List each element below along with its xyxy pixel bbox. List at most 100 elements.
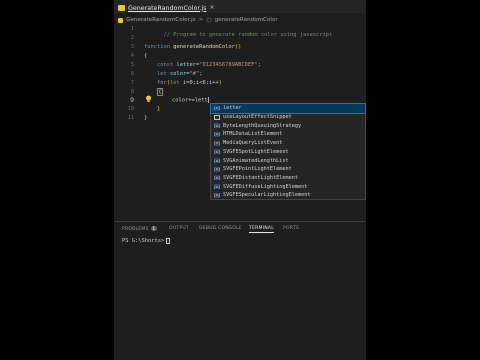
line-number: 6 [130, 71, 134, 77]
suggestion-item[interactable]: [x] ByteLengthQueuingStrategy [211, 121, 365, 130]
suggestion-label: SVGAnimatedLengthList [223, 157, 289, 164]
code-line-1: // Program to generate random color usin… [144, 26, 332, 44]
suggestion-label: useLayoutEffectSnippet [223, 114, 292, 121]
code-line-5: const letter="0123456789ABCDEF"; [157, 62, 261, 68]
suggestion-item[interactable]: [x] HTMLDataListElement [211, 130, 365, 139]
brace: { [144, 53, 148, 59]
variable-icon: [x] [213, 140, 221, 146]
line-number: 11 [127, 115, 134, 121]
suggestion-label: HTMLDataListElement [223, 131, 283, 138]
line-number: 8 [130, 89, 134, 95]
editor-tab[interactable]: GenerateRandomColor.js × [118, 3, 214, 13]
variable: color [170, 71, 187, 77]
terminal-prompt-line[interactable]: PS G:\Shorts> [122, 238, 170, 244]
tab-debug-console[interactable]: DEBUG CONSOLE [199, 226, 242, 231]
brace: } [144, 115, 148, 121]
code-line-11: } [144, 115, 147, 121]
tab-problems[interactable]: PROBLEMS 1 [122, 226, 158, 232]
suggestion-label: SVGFESpotLightElement [223, 148, 289, 155]
keyword: function [144, 44, 170, 50]
problems-count-badge: 1 [150, 226, 158, 231]
text-cursor [207, 97, 209, 103]
suggestion-item[interactable]: [x] SVGFEDiffuseLightingElement [211, 182, 365, 191]
keyword: for [157, 80, 167, 86]
line-number-active: 9 [130, 96, 134, 104]
line-number: 2 [130, 35, 134, 41]
panel-tab-bar: PROBLEMS 1 OUTPUT DEBUG CONSOLE TERMINAL … [114, 221, 366, 233]
function-icon: ⬡ [206, 16, 212, 24]
suggestion-label: ByteLengthQueuingStrategy [223, 122, 302, 129]
code-line-8: { [157, 88, 163, 96]
variable: letter [176, 62, 196, 68]
suggestion-label: SVGFEDiffuseLightingElement [223, 183, 308, 190]
close-icon[interactable]: × [209, 5, 214, 11]
suggestion-item[interactable]: [x] MediaQueryListEvent [211, 139, 365, 148]
suggestion-item[interactable]: [x] SVGFEPointLightElement [211, 165, 365, 174]
tab-ports[interactable]: PORTS [283, 226, 299, 231]
suggestion-label: SVGFEDistantLightElement [223, 174, 298, 181]
suggestion-label: MediaQueryListEvent [223, 140, 283, 147]
loop-body: i=0;i<6;i++ [179, 80, 219, 86]
tab-output[interactable]: OUTPUT [169, 226, 189, 231]
line-number: 1 [130, 26, 134, 32]
vscode-window: GenerateRandomColor.js × GenerateRandomC… [114, 0, 366, 360]
lightbulb-icon[interactable] [145, 95, 152, 103]
suggestion-item[interactable]: [x] SVGFESpotLightElement [211, 148, 365, 157]
code-line-6: let color="#"; [157, 71, 202, 77]
variable-icon: [x] [213, 149, 221, 155]
keyword: const [157, 62, 174, 68]
suggestion-item[interactable]: useLayoutEffectSnippet [211, 113, 365, 122]
suggestion-label: SVGFESpecularLightingElement [223, 192, 311, 199]
parens: () [234, 44, 242, 50]
variable: color [172, 97, 189, 104]
line-number: 4 [130, 53, 134, 59]
breadcrumb: GenerateRandomColor.js > ⬡ generateRando… [118, 16, 278, 24]
string-literal: "#" [189, 71, 200, 77]
code-line-4: { [144, 53, 147, 59]
js-file-icon [118, 5, 125, 11]
code-line-9: color+=lett [172, 97, 209, 104]
tab-label: GenerateRandomColor.js [128, 4, 207, 12]
suggestion-item[interactable]: [x] SVGFEDistantLightElement [211, 174, 365, 183]
semicolon: ; [199, 71, 203, 77]
code-line-3: function generateRandomColor() [144, 44, 241, 50]
variable-icon: [x] [213, 192, 221, 198]
js-file-icon [118, 17, 123, 23]
brace-match: { [157, 88, 163, 96]
breadcrumb-separator: > [198, 17, 204, 23]
code-line-7: for(let i=0;i<6;i++) [157, 80, 222, 86]
line-number: 10 [127, 106, 134, 112]
suggestion-item[interactable]: [x] SVGAnimatedLengthList [211, 156, 365, 165]
code-comment: // Program to generate random color usin… [163, 32, 333, 38]
breadcrumb-file[interactable]: GenerateRandomColor.js [126, 17, 196, 23]
brace: } [157, 106, 161, 112]
variable-icon: [x] [213, 158, 221, 164]
terminal-cursor [166, 238, 170, 244]
variable-icon: [x] [213, 131, 221, 137]
keyword: let [170, 80, 180, 86]
suggestion-item[interactable]: [x] SVGFESpecularLightingElement [211, 191, 365, 200]
line-number: 3 [130, 44, 134, 50]
variable-icon: [x] [213, 184, 221, 190]
paren: ) [218, 80, 222, 86]
typed-text: lett [194, 97, 208, 104]
string-literal: "0123456789ABCDEF" [199, 62, 258, 68]
autocomplete-popup: [x] letter useLayoutEffectSnippet [x] By… [210, 103, 366, 200]
variable-icon: [x] [213, 123, 221, 129]
line-number: 5 [130, 62, 134, 68]
function-name: generateRandomColor [173, 44, 235, 50]
code-editor[interactable]: 1 2 3 4 5 6 7 8 9 10 11 // Program to ge… [114, 26, 366, 214]
tab-terminal[interactable]: TERMINAL [249, 226, 274, 233]
code-line-10: } [157, 106, 160, 112]
tab-problems-label: PROBLEMS [122, 227, 149, 232]
breadcrumb-function[interactable]: generateRandomColor [215, 17, 278, 23]
suggestion-label: SVGFEPointLightElement [223, 166, 292, 173]
suggestion-item[interactable]: [x] letter [210, 103, 366, 114]
variable-icon: [x] [213, 166, 221, 172]
semicolon: ; [257, 62, 261, 68]
snippet-icon [214, 114, 220, 120]
variable-icon: [x] [213, 175, 221, 181]
keyword: let [157, 71, 167, 77]
terminal-prompt: PS G:\Shorts> [122, 238, 165, 244]
line-number: 7 [130, 80, 134, 86]
